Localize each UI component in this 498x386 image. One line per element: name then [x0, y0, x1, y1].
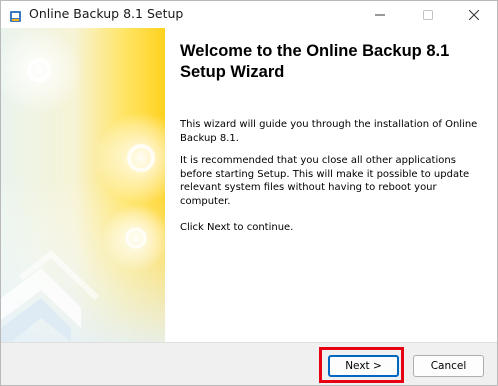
- close-icon: [468, 5, 480, 24]
- next-button[interactable]: Next >: [328, 355, 399, 377]
- page-title: Welcome to the Online Backup 8.1 Setup W…: [180, 42, 450, 81]
- minimize-icon: [375, 5, 385, 24]
- wizard-sidebar-image: [1, 28, 165, 342]
- window-title: Online Backup 8.1 Setup: [29, 6, 184, 21]
- setup-window: Online Backup 8.1 Setup Welcome to the O…: [0, 0, 498, 386]
- maximize-icon: [423, 5, 433, 24]
- button-bar: Next > Cancel: [1, 342, 497, 385]
- close-button[interactable]: [451, 1, 497, 28]
- welcome-panel: Welcome to the Online Backup 8.1 Setup W…: [165, 28, 497, 342]
- title-bar[interactable]: Online Backup 8.1 Setup: [1, 1, 497, 28]
- cancel-button[interactable]: Cancel: [413, 355, 484, 377]
- minimize-button[interactable]: [357, 1, 403, 28]
- intro-text: This wizard will guide you through the i…: [180, 119, 478, 144]
- maximize-button: [405, 1, 451, 28]
- recommendation-text: It is recommended that you close all oth…: [180, 155, 470, 207]
- installer-icon: [9, 8, 22, 22]
- continue-instruction: Click Next to continue.: [180, 222, 294, 233]
